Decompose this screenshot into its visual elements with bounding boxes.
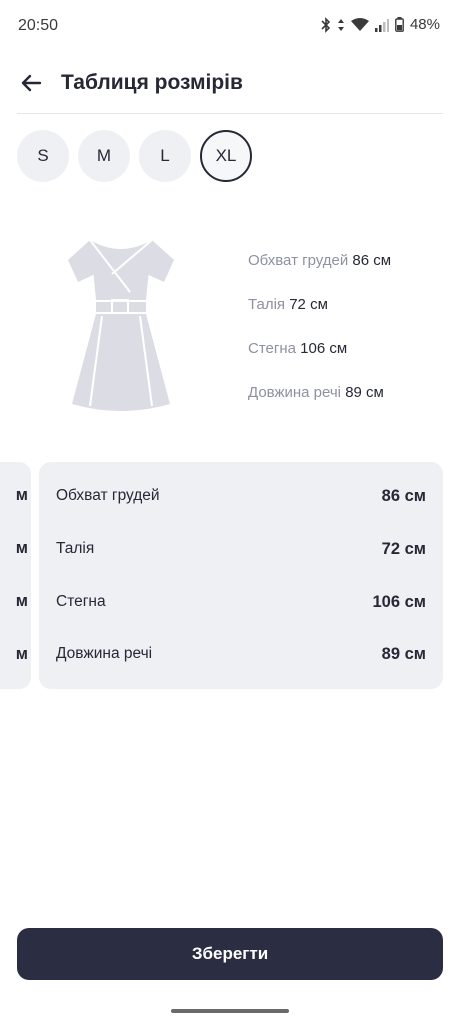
measure-length: Довжина речі 89 см — [248, 384, 391, 428]
measure-label: Обхват грудей — [248, 252, 353, 269]
row-value: 86 см — [381, 486, 426, 505]
measurement-list: Обхват грудей 86 см Талія 72 см Стегна 1… — [248, 252, 391, 428]
battery-icon — [395, 17, 404, 32]
row-label: Талія — [56, 540, 95, 557]
measure-value: 106 см — [300, 340, 348, 357]
signal-icon — [374, 18, 389, 32]
size-option-l[interactable]: L — [139, 130, 191, 182]
row-value: 89 см — [381, 644, 426, 663]
measure-value: 86 см — [352, 252, 392, 269]
measure-chest: Обхват грудей 86 см — [248, 252, 391, 296]
arrow-left-icon — [20, 74, 42, 97]
page-title: Таблиця розмірів — [61, 71, 243, 94]
wifi-icon — [350, 17, 369, 32]
row-label: Обхват грудей — [56, 487, 160, 504]
table-row: Стегна 106 см — [39, 576, 443, 628]
dress-icon — [60, 232, 182, 420]
table-row: Довжина речі 89 см — [39, 628, 443, 680]
prev-card-value: м — [15, 645, 28, 663]
measure-value: 72 см — [289, 296, 328, 313]
table-row: Обхват грудей 86 см — [39, 470, 443, 522]
table-row: Талія 72 см — [39, 523, 443, 575]
header: Таблиця розмірів — [0, 60, 460, 114]
prev-card-value: м — [15, 539, 28, 557]
home-indicator[interactable] — [171, 1009, 289, 1013]
row-value: 106 см — [372, 592, 427, 611]
battery-percent: 48% — [409, 16, 440, 33]
size-card-current[interactable]: Обхват грудей 86 см Талія 72 см Стегна 1… — [39, 462, 443, 689]
row-value: 72 см — [381, 539, 426, 558]
row-label: Стегна — [56, 593, 106, 610]
prev-card-value: м — [15, 592, 28, 610]
size-selector: S M L XL — [17, 130, 252, 182]
bluetooth-icon — [321, 16, 331, 33]
measure-label: Стегна — [248, 340, 301, 357]
back-button[interactable] — [14, 68, 48, 102]
measure-waist: Талія 72 см — [248, 296, 391, 340]
measure-label: Талія — [248, 296, 290, 313]
prev-card-value: м — [15, 486, 28, 504]
save-button[interactable]: Зберегти — [17, 928, 443, 980]
data-arrows-icon — [337, 18, 345, 32]
measure-value: 89 см — [345, 384, 384, 401]
size-option-m[interactable]: M — [78, 130, 130, 182]
measure-label: Довжина речі — [248, 384, 346, 401]
measure-hips: Стегна 106 см — [248, 340, 391, 384]
row-label: Довжина речі — [56, 645, 153, 662]
size-card-previous[interactable]: м м м м — [0, 462, 31, 689]
status-time: 20:50 — [18, 17, 59, 34]
size-option-xl[interactable]: XL — [200, 130, 252, 182]
header-divider — [17, 113, 443, 114]
status-bar: 20:50 48% — [0, 0, 460, 52]
size-option-s[interactable]: S — [17, 130, 69, 182]
status-icons: 48% — [321, 16, 440, 33]
